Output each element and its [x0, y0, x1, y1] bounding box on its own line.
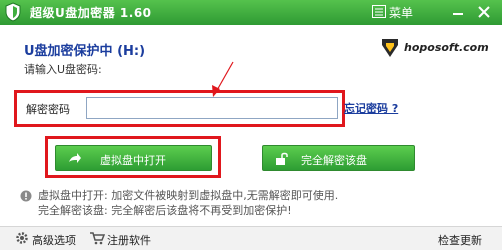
- cart-icon: [90, 232, 105, 245]
- info-text-decrypt: 完全解密该盘: 完全解密后该盘将不再受到加密保护!: [38, 204, 292, 217]
- open-button-label: 虚拟盘中打开: [100, 154, 166, 167]
- password-label: 解密密码: [26, 103, 70, 116]
- unlock-icon: [276, 152, 288, 165]
- open-in-virtual-disk-button[interactable]: 虚拟盘中打开: [55, 145, 212, 171]
- arrow-right-icon: [69, 153, 81, 163]
- password-prompt: 请输入U盘密码:: [24, 63, 102, 76]
- logo-text: hoposoft.com: [404, 41, 489, 54]
- check-update-link[interactable]: 检查更新: [438, 232, 482, 248]
- minimize-icon[interactable]: [448, 2, 468, 22]
- fully-decrypt-button[interactable]: 完全解密该盘: [262, 145, 415, 171]
- decrypt-button-label: 完全解密该盘: [301, 154, 367, 167]
- menu-button[interactable]: 菜单: [389, 4, 413, 21]
- shield-icon: [5, 2, 21, 22]
- info-text-open: 虚拟盘中打开: 加密文件被映射到虚拟盘中,无需解密即可使用.: [38, 189, 339, 202]
- password-input[interactable]: [86, 97, 338, 119]
- gear-icon: [16, 232, 28, 244]
- register-software-link[interactable]: 注册软件: [107, 232, 151, 248]
- drive-status-heading: U盘加密保护中 (H:): [24, 44, 146, 59]
- forgot-password-link[interactable]: 忘记密码 ?: [344, 100, 398, 116]
- advanced-options-link[interactable]: 高级选项: [32, 232, 76, 248]
- menu-icon[interactable]: [372, 5, 386, 18]
- info-icon: [20, 190, 32, 202]
- window-title: 超级U盘加密器 1.60: [30, 6, 152, 20]
- close-icon[interactable]: [474, 2, 494, 22]
